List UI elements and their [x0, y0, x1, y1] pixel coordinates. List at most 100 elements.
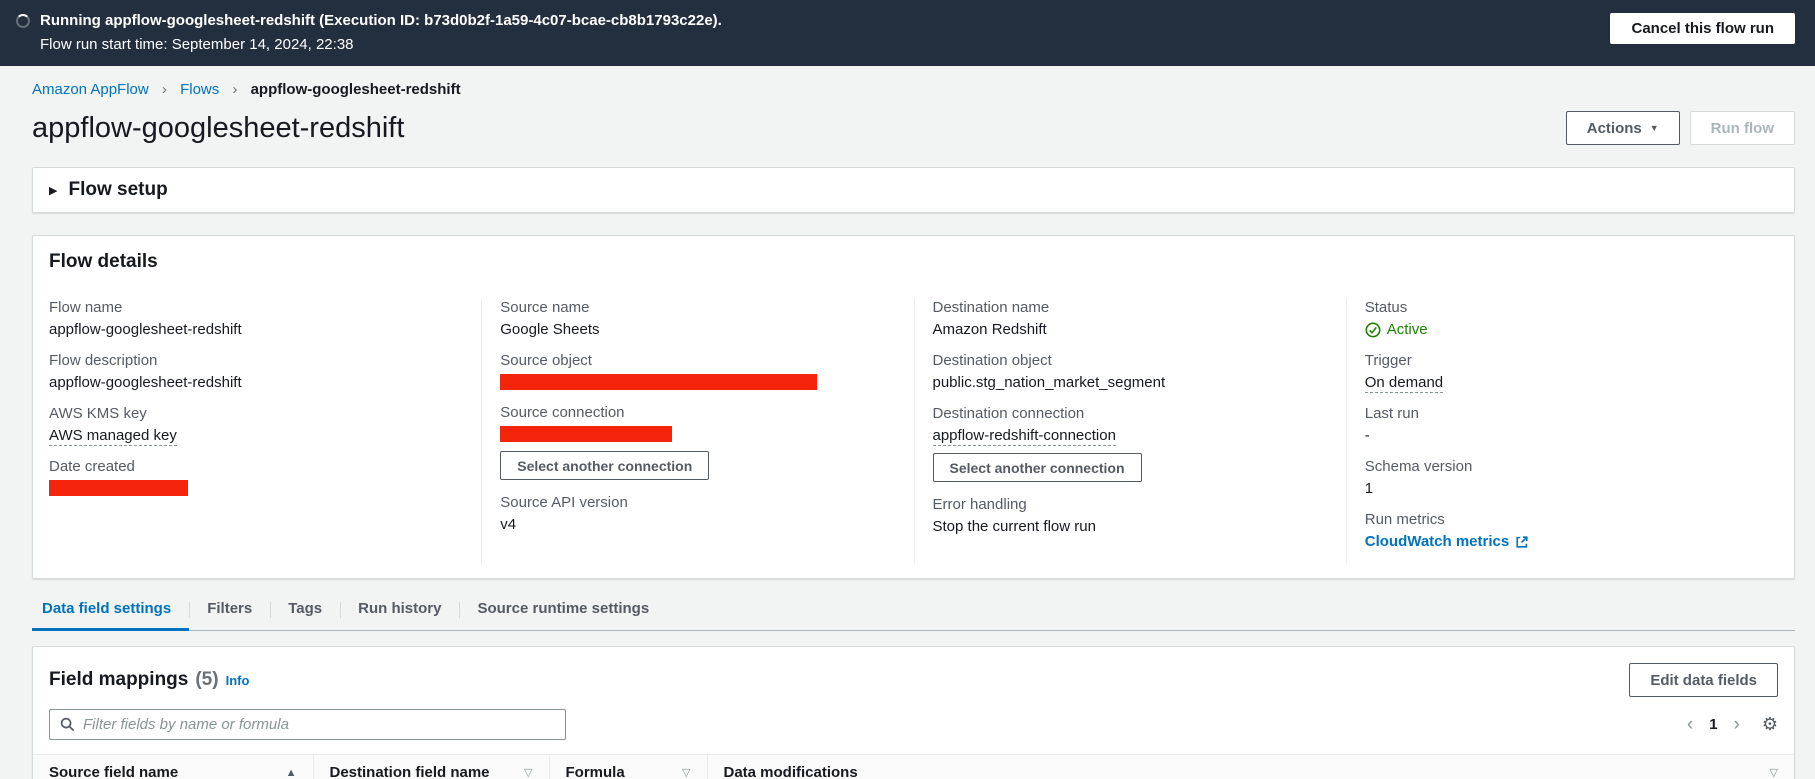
edit-data-fields-button[interactable]: Edit data fields [1629, 663, 1778, 697]
previous-page-button[interactable]: ‹ [1679, 713, 1701, 736]
column-header-source-field-name[interactable]: Source field name ▲ [33, 754, 313, 779]
field-source-object: Source object [500, 352, 895, 390]
column-label: Source field name [49, 764, 179, 779]
field-label: Date created [49, 458, 135, 475]
tab-filters[interactable]: Filters [189, 595, 270, 630]
search-icon [60, 717, 75, 732]
tab-run-history[interactable]: Run history [340, 595, 459, 630]
loading-spinner-icon [16, 14, 30, 28]
source-connection-redacted-value [500, 426, 673, 442]
next-page-button[interactable]: › [1726, 713, 1748, 736]
flow-details-col-1: Flow name appflow-googlesheet-redshift F… [49, 299, 481, 564]
breadcrumb: Amazon AppFlow › Flows › appflow-googles… [32, 81, 1795, 98]
flash-text: Running appflow-googlesheet-redshift (Ex… [40, 11, 1610, 54]
date-created-redacted-value [49, 480, 188, 496]
cancel-flow-run-button[interactable]: Cancel this flow run [1610, 13, 1795, 44]
tab-source-runtime-settings[interactable]: Source runtime settings [459, 595, 667, 630]
field-label: Run metrics [1364, 511, 1445, 528]
select-another-source-connection-button[interactable]: Select another connection [500, 451, 710, 480]
kms-key-value[interactable]: AWS managed key [49, 427, 177, 446]
tab-data-field-settings[interactable]: Data field settings [32, 595, 190, 631]
field-value: appflow-googlesheet-redshift [49, 321, 242, 338]
field-value: Google Sheets [500, 321, 600, 338]
field-label: Flow description [49, 352, 158, 369]
source-object-redacted-value [500, 374, 818, 390]
field-status: Status Active [1365, 299, 1760, 338]
flow-details-col-4: Status Active Trigger On demand Last run [1345, 299, 1778, 564]
select-another-destination-connection-button[interactable]: Select another connection [932, 453, 1142, 482]
field-run-metrics: Run metrics CloudWatch metrics [1365, 511, 1760, 550]
info-link[interactable]: Info [226, 673, 250, 688]
field-mappings-title-wrap: Field mappings (5) Info [49, 669, 249, 691]
column-header-destination-field-name[interactable]: Destination field name ▽ [312, 754, 549, 779]
field-mappings-title: Field mappings [49, 669, 189, 690]
filter-fields-input[interactable] [83, 716, 555, 733]
field-label: Source object [500, 352, 592, 369]
gear-icon[interactable]: ⚙ [1762, 714, 1778, 735]
field-kms-key: AWS KMS key AWS managed key [49, 405, 463, 446]
status-text: Active [1386, 321, 1428, 338]
flow-details-col-2: Source name Google Sheets Source object … [481, 299, 913, 564]
check-circle-icon [1365, 322, 1381, 337]
flow-setup-expander[interactable]: ▶ Flow setup [32, 167, 1795, 213]
cloudwatch-metrics-link[interactable]: CloudWatch metrics [1365, 533, 1529, 550]
field-schema-version: Schema version 1 [1365, 458, 1760, 497]
field-label: Source connection [500, 404, 625, 421]
field-label: Last run [1364, 405, 1419, 422]
breadcrumb-amazon-appflow[interactable]: Amazon AppFlow [32, 81, 149, 98]
pagination: ‹ 1 › ⚙ [1679, 713, 1778, 736]
field-mappings-panel: Field mappings (5) Info Edit data fields… [32, 646, 1795, 779]
filter-fields-box [49, 709, 566, 740]
actions-button[interactable]: Actions ▼ [1565, 111, 1680, 145]
run-flow-button[interactable]: Run flow [1689, 111, 1795, 145]
column-header-formula[interactable]: Formula ▽ [548, 754, 707, 779]
status-badge: Active [1365, 321, 1760, 338]
column-header-data-modifications[interactable]: Data modifications ▽ [706, 754, 1794, 779]
field-source-name: Source name Google Sheets [500, 299, 895, 338]
breadcrumb-flows[interactable]: Flows [180, 81, 219, 98]
field-label: Destination name [932, 299, 1050, 316]
table-header-row: Source field name ▲ Destination field na… [33, 754, 1794, 779]
field-destination-name: Destination name Amazon Redshift [933, 299, 1328, 338]
header-actions: Actions ▼ Run flow [1565, 111, 1795, 145]
field-mappings-toolbar: ‹ 1 › ⚙ [33, 707, 1794, 754]
cloudwatch-metrics-label: CloudWatch metrics [1364, 533, 1510, 550]
field-value: public.stg_nation_market_segment [932, 374, 1166, 391]
flow-run-banner: Running appflow-googlesheet-redshift (Ex… [0, 0, 1815, 66]
flow-details-grid: Flow name appflow-googlesheet-redshift F… [49, 299, 1778, 564]
field-mappings-count: (5) [195, 669, 219, 690]
field-destination-connection: Destination connection appflow-redshift-… [932, 405, 1328, 482]
current-page-number[interactable]: 1 [1701, 714, 1725, 735]
field-destination-object: Destination object public.stg_nation_mar… [933, 352, 1328, 391]
field-value: Stop the current flow run [932, 518, 1096, 535]
field-label: Schema version [1364, 458, 1473, 475]
breadcrumb-separator-icon: › [161, 81, 167, 98]
destination-connection-value[interactable]: appflow-redshift-connection [932, 427, 1116, 446]
field-label: Flow name [49, 299, 123, 316]
flash-subtitle: Flow run start time: September 14, 2024,… [40, 36, 354, 53]
field-value: - [1364, 427, 1370, 444]
field-error-handling: Error handling Stop the current flow run [933, 496, 1328, 535]
field-trigger: Trigger On demand [1364, 352, 1760, 393]
field-value: appflow-googlesheet-redshift [49, 374, 242, 391]
flow-details-panel: Flow details Flow name appflow-googleshe… [32, 235, 1795, 579]
field-label: Error handling [932, 496, 1027, 513]
caret-down-icon: ▼ [1649, 122, 1659, 133]
field-label: Status [1364, 299, 1408, 316]
sortable-icon: ▽ [524, 767, 533, 779]
page-header: appflow-googlesheet-redshift Actions ▼ R… [32, 111, 1795, 145]
sortable-icon: ▽ [682, 767, 691, 779]
trigger-value[interactable]: On demand [1364, 374, 1444, 393]
tab-tags[interactable]: Tags [270, 595, 340, 630]
external-link-icon [1516, 535, 1528, 548]
field-label: Source API version [500, 494, 628, 511]
field-mappings-header: Field mappings (5) Info Edit data fields [33, 647, 1794, 707]
expand-right-icon: ▶ [49, 184, 58, 197]
field-label: Destination connection [932, 405, 1085, 422]
field-value: v4 [500, 516, 517, 533]
sortable-icon: ▽ [1769, 767, 1778, 779]
field-last-run: Last run - [1365, 405, 1760, 444]
field-flow-description: Flow description appflow-googlesheet-red… [49, 352, 463, 391]
field-label: AWS KMS key [49, 405, 147, 422]
breadcrumb-current: appflow-googlesheet-redshift [250, 81, 461, 98]
